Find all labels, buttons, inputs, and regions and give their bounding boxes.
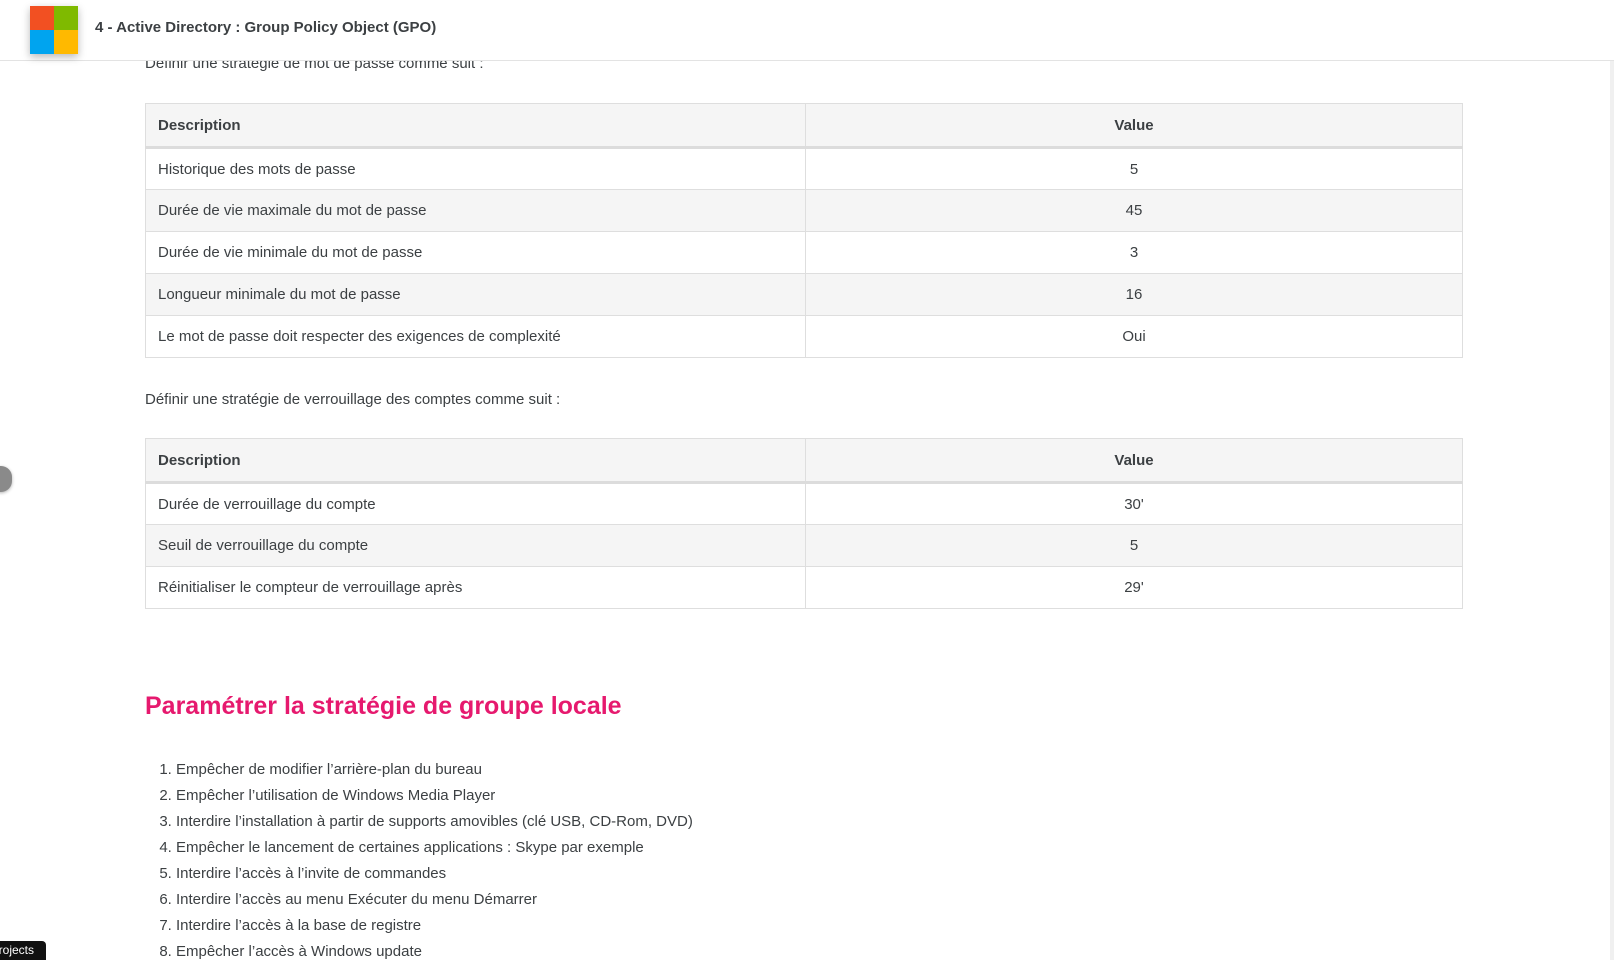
- row-value: 5: [805, 147, 1463, 190]
- top-header: 4 - Active Directory : Group Policy Obje…: [0, 0, 1614, 61]
- section-heading: Paramétrer la stratégie de groupe locale: [145, 692, 622, 720]
- lockout-policy-intro: Définir une stratégie de verrouillage de…: [145, 391, 561, 408]
- row-description: Historique des mots de passe: [145, 147, 806, 190]
- list-item: Empêcher le lancement de certaines appli…: [176, 835, 693, 861]
- projects-tab[interactable]: projects: [0, 941, 46, 960]
- table-row: Durée de vie maximale du mot de passe 45: [145, 189, 1463, 232]
- list-item: Empêcher l’accès à Windows update: [176, 939, 693, 960]
- logo-blue-square: [30, 30, 54, 54]
- table-row: Durée de vie minimale du mot de passe 3: [145, 231, 1463, 274]
- column-header-description: Description: [145, 438, 806, 484]
- list-item: Interdire l’accès au menu Exécuter du me…: [176, 887, 693, 913]
- row-value: 29': [805, 566, 1463, 609]
- table-row: Seuil de verrouillage du compte 5: [145, 524, 1463, 567]
- column-header-value: Value: [805, 103, 1463, 149]
- row-description: Durée de vie minimale du mot de passe: [145, 231, 806, 274]
- logo-green-square: [54, 6, 78, 30]
- row-value: Oui: [805, 315, 1463, 358]
- row-description: Le mot de passe doit respecter des exige…: [145, 315, 806, 358]
- list-item: Empêcher de modifier l’arrière-plan du b…: [176, 757, 693, 783]
- list-item: Interdire l’accès à l’invite de commande…: [176, 861, 693, 887]
- column-header-description: Description: [145, 103, 806, 149]
- logo-yellow-square: [54, 30, 78, 54]
- table-row: Longueur minimale du mot de passe 16: [145, 273, 1463, 316]
- microsoft-logo-icon[interactable]: [30, 6, 78, 54]
- logo-red-square: [30, 6, 54, 30]
- table-header-row: Description Value: [145, 438, 1463, 484]
- sidebar-toggle-handle[interactable]: [0, 466, 12, 492]
- scrollbar[interactable]: [1610, 0, 1614, 960]
- table-row: Réinitialiser le compteur de verrouillag…: [145, 566, 1463, 609]
- table-row: Historique des mots de passe 5: [145, 147, 1463, 190]
- row-value: 45: [805, 189, 1463, 232]
- row-value: 30': [805, 482, 1463, 525]
- row-value: 5: [805, 524, 1463, 567]
- table-row: Le mot de passe doit respecter des exige…: [145, 315, 1463, 358]
- list-item: Interdire l’installation à partir de sup…: [176, 809, 693, 835]
- table-row: Durée de verrouillage du compte 30': [145, 482, 1463, 525]
- page-title: 4 - Active Directory : Group Policy Obje…: [95, 19, 437, 36]
- table-header-row: Description Value: [145, 103, 1463, 149]
- row-description: Réinitialiser le compteur de verrouillag…: [145, 566, 806, 609]
- page: Définir une stratégie de mot de passe co…: [0, 0, 1614, 960]
- row-description: Durée de verrouillage du compte: [145, 482, 806, 525]
- row-description: Seuil de verrouillage du compte: [145, 524, 806, 567]
- list-item: Empêcher l’utilisation de Windows Media …: [176, 783, 693, 809]
- lockout-policy-table: Description Value Durée de verrouillage …: [145, 438, 1463, 609]
- row-value: 16: [805, 273, 1463, 316]
- row-description: Longueur minimale du mot de passe: [145, 273, 806, 316]
- row-value: 3: [805, 231, 1463, 274]
- column-header-value: Value: [805, 438, 1463, 484]
- password-policy-table: Description Value Historique des mots de…: [145, 103, 1463, 358]
- list-item: Interdire l’accès à la base de registre: [176, 913, 693, 939]
- steps-list: Empêcher de modifier l’arrière-plan du b…: [145, 757, 693, 960]
- row-description: Durée de vie maximale du mot de passe: [145, 189, 806, 232]
